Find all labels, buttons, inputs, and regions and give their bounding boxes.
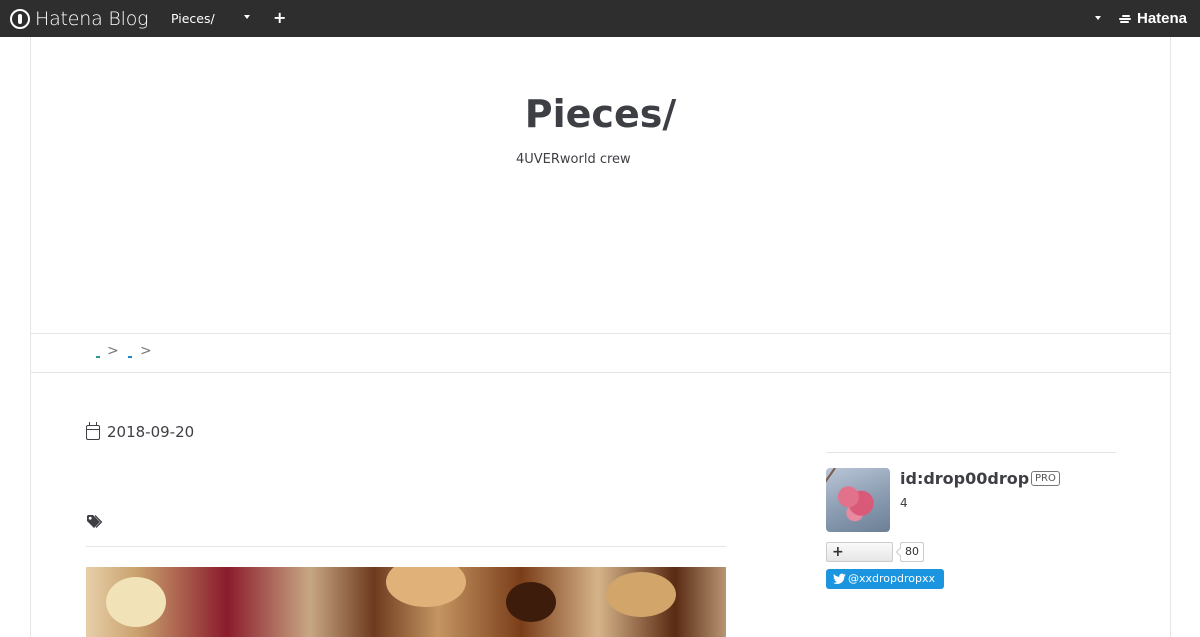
- hatena-blog-logo[interactable]: Hatena Blog: [10, 7, 149, 30]
- subscribe-button[interactable]: +: [826, 542, 893, 562]
- hatena-logo[interactable]: Hatena: [1118, 10, 1187, 27]
- entry-date-text: 2018-09-20: [107, 423, 195, 441]
- twitter-handle: @xxdropdropxx: [848, 572, 935, 585]
- calendar-icon: [86, 421, 100, 440]
- subscriber-count: 80: [900, 542, 924, 562]
- blog-title[interactable]: Pieces/: [31, 92, 1170, 136]
- breadcrumb: > >: [31, 333, 1170, 373]
- hatena-blog-logo-icon: [10, 8, 30, 29]
- breadcrumb-link-home[interactable]: [96, 356, 100, 358]
- twitter-follow-button[interactable]: @xxdropdropxx: [826, 569, 944, 589]
- global-header: Hatena Blog Pieces/ + Hatena: [0, 0, 1200, 37]
- profile-count: 4: [900, 496, 908, 510]
- blog-container: Pieces/ 4UVERworld crew > > 2018-09-20 i…: [30, 37, 1171, 637]
- breadcrumb-link-category[interactable]: [128, 356, 132, 358]
- hatena-logo-text: Hatena: [1137, 10, 1188, 27]
- blog-selector[interactable]: Pieces/: [171, 11, 215, 26]
- blog-selector-chevron-down-icon[interactable]: [244, 15, 250, 19]
- entry-date[interactable]: 2018-09-20: [86, 421, 195, 441]
- sidebar-divider: [826, 452, 1116, 453]
- breadcrumb-separator: >: [107, 343, 119, 359]
- twitter-bird-icon: [833, 573, 846, 584]
- profile-id[interactable]: id:drop00drop: [900, 469, 1029, 488]
- profile-avatar[interactable]: [826, 468, 890, 532]
- pro-badge: PRO: [1031, 471, 1060, 486]
- hatena-blog-logo-text: Hatena Blog: [35, 7, 149, 30]
- hatena-mark-icon: [1118, 13, 1134, 25]
- tag-icon: [87, 515, 102, 528]
- plus-icon: +: [832, 544, 844, 560]
- breadcrumb-separator: >: [140, 343, 152, 359]
- entry-eyecatch-image: [86, 567, 726, 637]
- entry-categories: [86, 514, 726, 547]
- blog-description: 4UVERworld crew: [516, 152, 631, 167]
- new-entry-plus-icon[interactable]: +: [273, 8, 286, 27]
- user-menu-chevron-down-icon[interactable]: [1095, 16, 1101, 20]
